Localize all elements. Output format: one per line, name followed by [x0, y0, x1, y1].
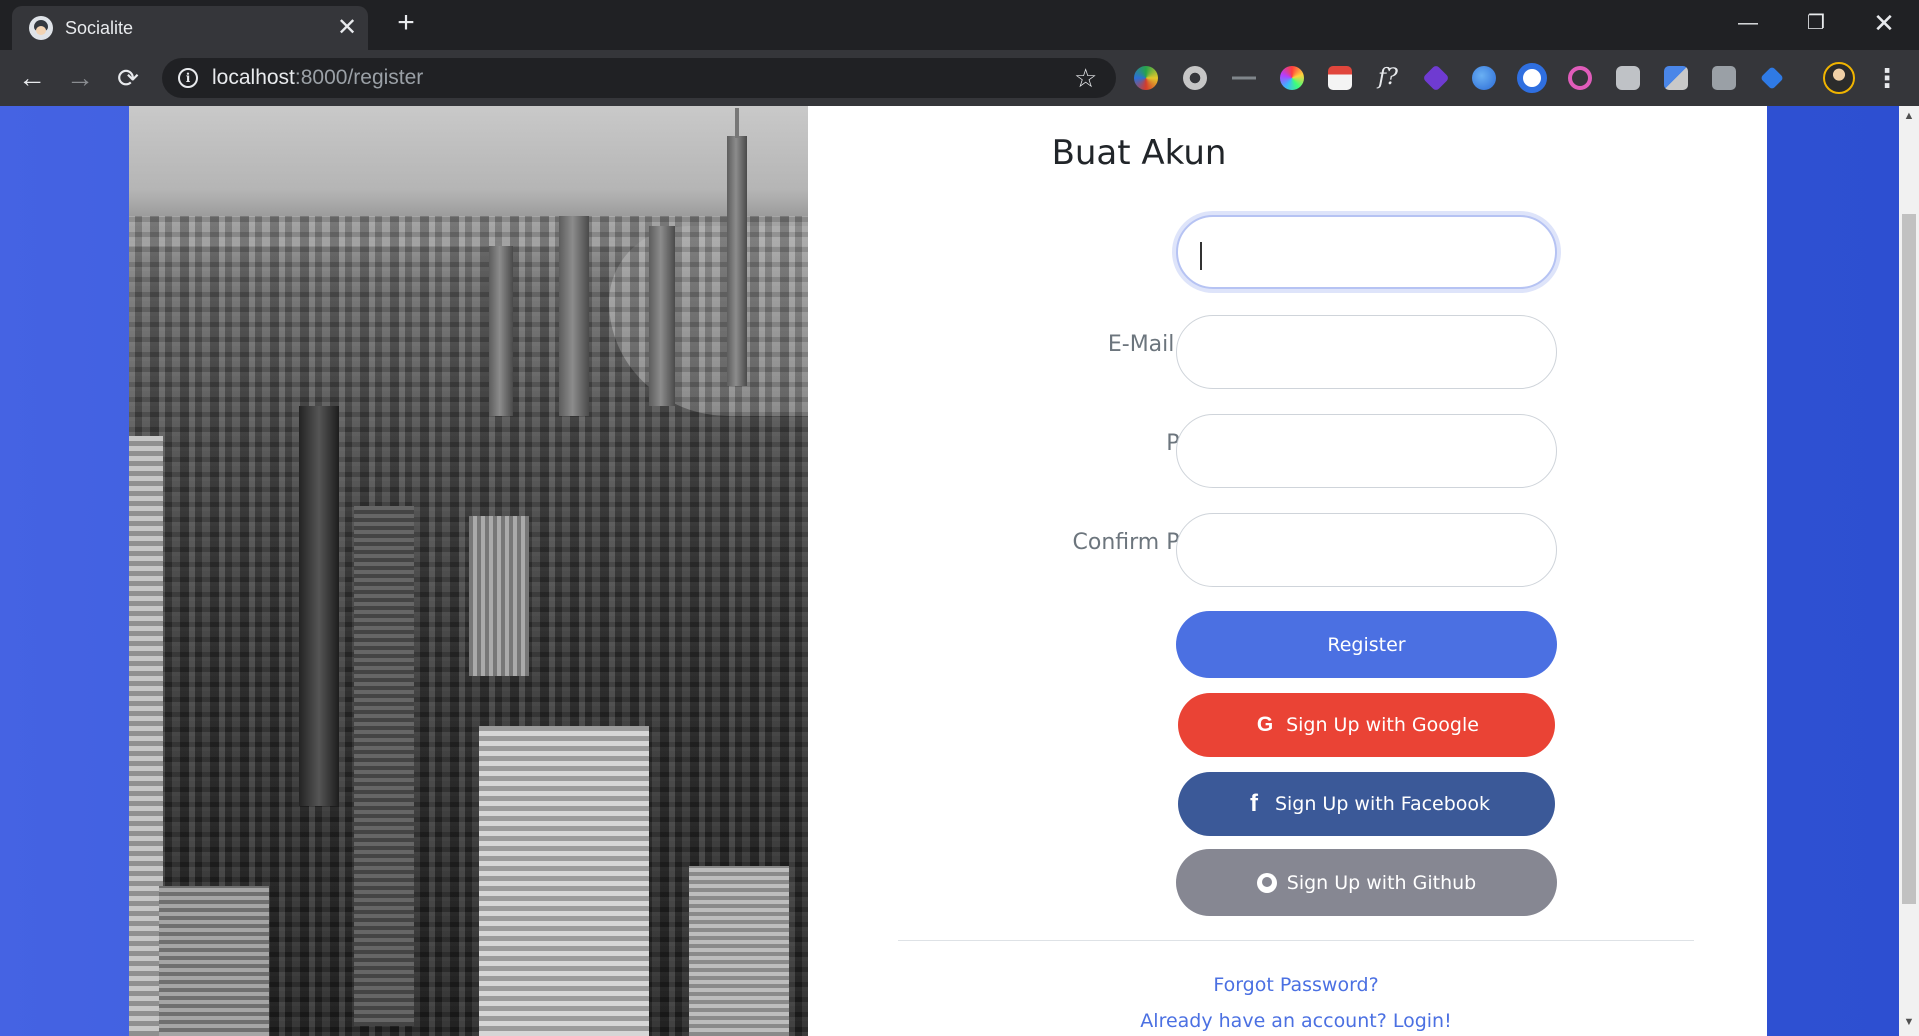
password-input[interactable] [1176, 414, 1557, 488]
city-building [159, 886, 269, 1036]
name-input[interactable] [1176, 215, 1557, 289]
city-building [354, 506, 414, 1026]
extension-gear-icon[interactable] [1183, 66, 1207, 90]
window-minimize-button[interactable]: — [1722, 6, 1774, 40]
city-building [299, 406, 339, 806]
city-building [649, 226, 675, 406]
city-building [689, 866, 789, 1036]
new-tab-button[interactable]: + [391, 8, 421, 38]
browser-toolbar: ← → ⟳ i localhost:8000/register ☆ f? ⋮ [0, 50, 1919, 106]
forgot-password-link[interactable]: Forgot Password? [1213, 974, 1378, 996]
city-building [129, 436, 163, 1036]
tab-close-icon[interactable]: ✕ [333, 14, 361, 42]
back-button[interactable]: ← [14, 60, 50, 96]
register-button[interactable]: Register [1176, 611, 1557, 678]
github-icon [1256, 872, 1277, 893]
city-photo [129, 106, 808, 1036]
url-path: :8000/register [294, 66, 424, 89]
google-signup-button[interactable]: G Sign Up with Google [1178, 693, 1555, 757]
address-bar[interactable]: i localhost:8000/register ☆ [162, 58, 1116, 98]
tab-title: Socialite [65, 18, 134, 38]
extension-arrow-icon[interactable] [1760, 66, 1784, 90]
extension-ring-icon[interactable] [1517, 63, 1547, 93]
browser-menu-icon[interactable]: ⋮ [1872, 60, 1902, 96]
extension-font-icon[interactable]: f? [1376, 66, 1400, 90]
extension-translate-icon[interactable] [1664, 66, 1688, 90]
profile-avatar[interactable] [1823, 62, 1855, 94]
extension-calendar-icon[interactable] [1328, 66, 1352, 90]
register-card: Buat Akun Name E-Mail Address Password C… [129, 106, 1767, 1036]
email-input[interactable] [1176, 315, 1557, 389]
extension-1-icon[interactable] [1134, 66, 1158, 90]
google-signup-label: Sign Up with Google [1286, 714, 1479, 736]
github-signup-button[interactable]: Sign Up with Github [1176, 849, 1557, 916]
form-divider [898, 940, 1694, 941]
city-building [479, 726, 649, 1036]
facebook-icon: f [1249, 790, 1258, 817]
socialite-favicon-icon [29, 16, 53, 40]
register-button-label: Register [1327, 633, 1406, 656]
bookmark-star-icon[interactable]: ☆ [1074, 63, 1097, 93]
page-title: Buat Akun [1051, 133, 1227, 173]
google-icon: G [1256, 713, 1274, 736]
github-signup-label: Sign Up with Github [1286, 871, 1477, 894]
facebook-signup-button[interactable]: f Sign Up with Facebook [1178, 772, 1555, 836]
forward-button[interactable]: → [62, 60, 98, 96]
text-caret [1200, 242, 1202, 270]
scroll-up-arrow-icon[interactable]: ▲ [1899, 110, 1919, 126]
extension-color-wheel-icon[interactable] [1280, 66, 1304, 90]
url-text[interactable]: localhost:8000/register [212, 66, 423, 90]
confirm-password-input[interactable] [1176, 513, 1557, 587]
city-building [727, 108, 747, 386]
tab-strip: Socialite ✕ + — ❐ ✕ [0, 0, 1919, 50]
scroll-thumb[interactable] [1902, 214, 1916, 904]
extension-camera-icon[interactable] [1616, 66, 1640, 90]
city-building [559, 216, 589, 416]
page-viewport: Buat Akun Name E-Mail Address Password C… [0, 106, 1899, 1036]
scroll-down-arrow-icon[interactable]: ▼ [1899, 1016, 1919, 1032]
extension-circle-icon[interactable] [1568, 66, 1592, 90]
city-building [489, 246, 513, 416]
window-close-button[interactable]: ✕ [1858, 6, 1910, 40]
city-building [469, 516, 529, 676]
facebook-signup-label: Sign Up with Facebook [1274, 793, 1491, 815]
reload-button[interactable]: ⟳ [110, 60, 146, 96]
extension-diamond-icon[interactable] [1422, 64, 1450, 92]
window-restore-button[interactable]: ❐ [1790, 6, 1842, 40]
extension-crosshair-icon[interactable] [1232, 66, 1256, 90]
extension-copy-icon[interactable] [1712, 66, 1736, 90]
login-link[interactable]: Already have an account? Login! [1140, 1010, 1451, 1032]
site-info-icon[interactable]: i [178, 68, 198, 88]
browser-tab[interactable]: Socialite ✕ [12, 6, 368, 50]
extension-globe-icon[interactable] [1472, 66, 1496, 90]
page-scrollbar[interactable]: ▲ ▼ [1899, 106, 1919, 1036]
url-host: localhost [212, 66, 295, 89]
